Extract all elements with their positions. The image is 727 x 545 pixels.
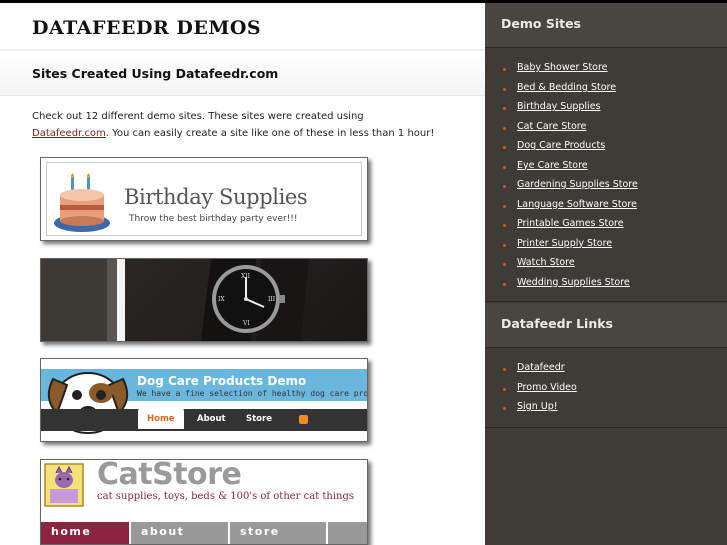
demo-site-link-printer-supply[interactable]: Printer Supply Store (517, 238, 612, 249)
demo-site-item: Printer Supply Store (503, 238, 638, 258)
watch-thumb-stripe (107, 259, 117, 341)
datafeedr-link[interactable]: Datafeedr.com (32, 128, 106, 139)
demo-sites-heading: Demo Sites (501, 16, 581, 31)
svg-text:VI: VI (242, 320, 250, 327)
cat-thumb-tagline: cat supplies, toys, beds & 100's of othe… (97, 491, 355, 502)
datafeedr-links-list: Datafeedr Promo Video Sign Up! (503, 362, 577, 421)
header-divider (0, 49, 485, 51)
demo-site-item: Bed & Bedding Store (503, 82, 638, 102)
cat-thumb-title: CatStore (97, 459, 242, 492)
demo-site-link-birthday[interactable]: Birthday Supplies (517, 101, 601, 112)
cake-icon (54, 173, 110, 232)
datafeedr-link-item: Sign Up! (503, 401, 577, 421)
sidebar-link-promo-video[interactable]: Promo Video (517, 382, 577, 393)
demo-sites-heading-bar: Demo Sites (485, 3, 727, 48)
demo-site-item: Gardening Supplies Store (503, 179, 638, 199)
birthday-supplies-thumbnail[interactable]: Birthday Supplies Throw the best birthda… (40, 157, 368, 241)
birthday-thumb-title: Birthday Supplies (124, 185, 308, 209)
demo-site-link-bed-bedding[interactable]: Bed & Bedding Store (517, 82, 616, 93)
demo-site-item: Dog Care Products (503, 140, 638, 160)
birthday-thumb-tagline: Throw the best birthday party ever!!! (129, 214, 298, 224)
sidebar-bottom-divider (485, 427, 727, 428)
demo-site-link-cat-care[interactable]: Cat Care Store (517, 121, 586, 132)
demo-site-item: Wedding Supplies Store (503, 277, 638, 297)
dog-thumb-nav-home: Home (138, 408, 184, 429)
svg-text:III: III (268, 296, 276, 303)
sidebar-link-sign-up[interactable]: Sign Up! (517, 401, 558, 412)
cat-icon (44, 463, 84, 507)
datafeedr-links-heading: Datafeedr Links (501, 316, 613, 331)
sidebar: Demo Sites Baby Shower Store Bed & Beddi… (485, 3, 727, 545)
intro-text-after: . You can easily create a site like one … (105, 127, 435, 139)
dog-thumb-nav-about: About (197, 414, 226, 424)
svg-text:XII: XII (241, 273, 251, 280)
watch-thumb-white-stripe (117, 259, 125, 341)
demo-site-link-baby-shower[interactable]: Baby Shower Store (517, 62, 608, 73)
cat-thumb-nav-home: home (41, 522, 131, 544)
dog-thumb-tagline: We have a fine selection of healthy dog … (137, 389, 368, 398)
rss-icon (299, 415, 308, 424)
watch-store-thumbnail[interactable]: XII III IX VI (40, 258, 368, 342)
demo-site-item: Language Software Store (503, 199, 638, 219)
demo-site-link-watch[interactable]: Watch Store (517, 257, 575, 268)
datafeedr-links-heading-bar: Datafeedr Links (485, 303, 727, 348)
cat-store-thumbnail[interactable]: CatStore cat supplies, toys, beds & 100'… (40, 459, 368, 545)
thumbnail-frame: Birthday Supplies Throw the best birthda… (46, 162, 362, 236)
demo-site-item: Printable Games Store (503, 218, 638, 238)
datafeedr-link-item: Promo Video (503, 382, 577, 402)
demo-site-item: Baby Shower Store (503, 62, 638, 82)
cat-thumb-nav-about: about (131, 522, 230, 544)
svg-text:IX: IX (218, 296, 225, 303)
page-title: Sites Created Using Datafeedr.com (32, 66, 279, 81)
demo-site-link-gardening[interactable]: Gardening Supplies Store (517, 179, 638, 190)
site-title[interactable]: DATAFEEDR DEMOS (32, 17, 261, 39)
demo-site-item: Cat Care Store (503, 121, 638, 141)
demo-site-item: Watch Store (503, 257, 638, 277)
dog-care-thumbnail[interactable]: Dog Care Products Demo We have a fine se… (40, 358, 368, 442)
dog-thumb-title: Dog Care Products Demo (137, 374, 307, 388)
intro-text: Check out 12 different demo sites. These… (32, 109, 442, 142)
demo-site-item: Eye Care Store (503, 160, 638, 180)
demo-site-link-dog-care[interactable]: Dog Care Products (517, 140, 605, 151)
demo-sites-list: Baby Shower Store Bed & Bedding Store Bi… (503, 62, 638, 296)
intro-text-before: Check out 12 different demo sites. These… (32, 111, 364, 122)
cat-thumb-nav-extra (328, 522, 367, 544)
demo-site-link-wedding[interactable]: Wedding Supplies Store (517, 277, 630, 288)
sidebar-link-datafeedr[interactable]: Datafeedr (517, 362, 565, 373)
main-content: DATAFEEDR DEMOS Sites Created Using Data… (0, 3, 485, 545)
datafeedr-link-item: Datafeedr (503, 362, 577, 382)
sidebar-divider (485, 301, 727, 302)
demo-site-link-eye-care[interactable]: Eye Care Store (517, 160, 588, 171)
demo-site-item: Birthday Supplies (503, 101, 638, 121)
dog-thumb-nav-store: Store (246, 414, 272, 424)
demo-site-link-printable-games[interactable]: Printable Games Store (517, 218, 624, 229)
cat-thumb-nav-store: store (230, 522, 328, 544)
watch-icon: XII III IX VI (201, 259, 309, 341)
demo-site-link-language-software[interactable]: Language Software Store (517, 199, 637, 210)
